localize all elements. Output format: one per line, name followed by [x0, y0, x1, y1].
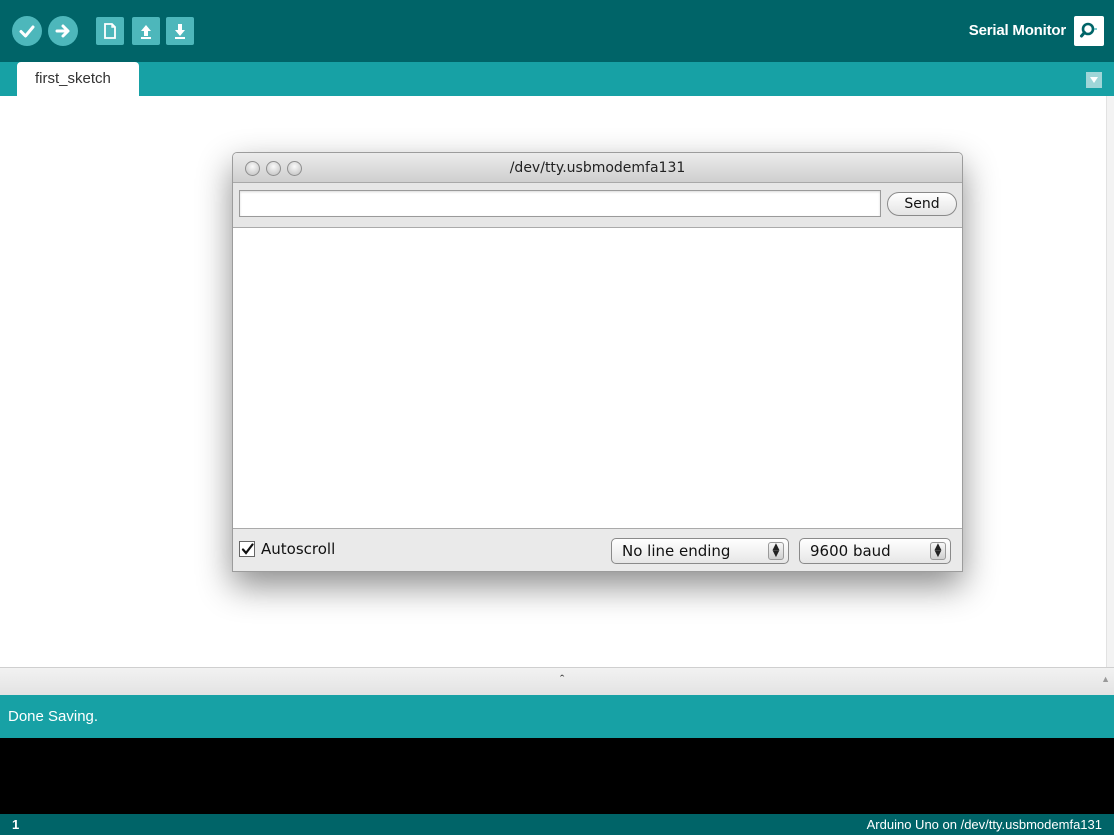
- chevron-up-icon[interactable]: ˆ: [560, 672, 564, 687]
- autoscroll-label[interactable]: Autoscroll: [261, 540, 335, 558]
- tab-label: first_sketch: [35, 70, 111, 87]
- select-arrows-icon: ▲ ▼: [930, 542, 946, 560]
- baud-rate-select[interactable]: 9600 baud ▲ ▼: [799, 538, 951, 564]
- line-ending-value: No line ending: [622, 542, 731, 560]
- console-output: [0, 738, 1114, 814]
- status-message: Done Saving.: [8, 708, 99, 725]
- line-number: 1: [12, 817, 20, 832]
- toolbar: Serial Monitor: [0, 0, 1114, 62]
- magnifier-icon: [1080, 22, 1097, 38]
- serial-output-area[interactable]: [233, 227, 962, 529]
- board-port-label: Arduino Uno on /dev/tty.usbmodemfa131: [866, 817, 1102, 832]
- line-ending-select[interactable]: No line ending ▲ ▼: [611, 538, 789, 564]
- new-file-icon: [104, 23, 116, 39]
- footer-bar: 1 Arduino Uno on /dev/tty.usbmodemfa131: [0, 814, 1114, 835]
- autoscroll-checkbox[interactable]: [239, 541, 255, 557]
- arrow-right-icon: [55, 24, 70, 38]
- serial-monitor-window: /dev/tty.usbmodemfa131 Send Autoscroll N…: [232, 152, 963, 572]
- new-button[interactable]: [96, 17, 124, 45]
- tab-strip: first_sketch: [0, 62, 1114, 96]
- check-icon: [19, 25, 35, 38]
- editor-scrollbar[interactable]: [1106, 96, 1114, 667]
- tab-menu-button[interactable]: [1086, 72, 1102, 88]
- send-button[interactable]: Send: [887, 192, 957, 216]
- editor-console-divider[interactable]: ˆ ▲: [0, 667, 1114, 695]
- status-bar: Done Saving.: [0, 695, 1114, 738]
- triangle-down-icon: [1090, 77, 1098, 83]
- serial-monitor-titlebar[interactable]: /dev/tty.usbmodemfa131: [233, 153, 962, 183]
- baud-rate-value: 9600 baud: [810, 542, 891, 560]
- select-arrows-icon: ▲ ▼: [768, 542, 784, 560]
- open-button[interactable]: [132, 17, 160, 45]
- upload-button[interactable]: [48, 16, 78, 46]
- checkmark-icon: [241, 542, 254, 555]
- serial-monitor-controls: Autoscroll No line ending ▲ ▼ 9600 baud ▲…: [233, 529, 962, 571]
- open-upload-arrow-icon: [141, 25, 151, 39]
- save-button[interactable]: [166, 17, 194, 45]
- resize-grip-icon: ▲: [1101, 674, 1110, 684]
- serial-monitor-button[interactable]: [1074, 16, 1104, 46]
- tab-first-sketch[interactable]: first_sketch: [17, 62, 139, 96]
- verify-button[interactable]: [12, 16, 42, 46]
- serial-monitor-title: /dev/tty.usbmodemfa131: [509, 160, 686, 176]
- save-download-arrow-icon: [175, 24, 185, 39]
- serial-send-input[interactable]: [239, 190, 881, 217]
- toolbar-title: Serial Monitor: [968, 22, 1066, 39]
- send-button-label: Send: [904, 196, 940, 212]
